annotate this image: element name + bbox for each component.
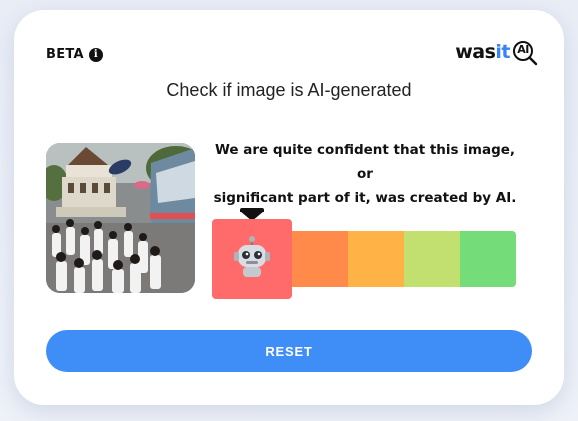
logo-was: was [455, 41, 496, 63]
logo-it: it [495, 41, 510, 63]
scale-segment-likely-human [404, 231, 460, 287]
magnifier-icon: AI [512, 40, 538, 66]
detector-card: BETA i was it AI Check if image is AI-ge… [14, 10, 564, 405]
scale-segment-likely-ai [292, 231, 348, 287]
page: BETA i was it AI Check if image is AI-ge… [0, 0, 578, 421]
robot-icon [232, 235, 272, 283]
scale-segment-human [460, 231, 516, 287]
wasitai-logo[interactable]: was it AI [455, 40, 538, 66]
scale-segment-uncertain [348, 231, 404, 287]
verdict-text: We are quite confident that this image, … [212, 138, 518, 210]
logo-ai: AI [517, 43, 529, 56]
beta-label: BETA [46, 47, 84, 62]
page-title: Check if image is AI-generated [166, 80, 412, 100]
info-icon[interactable]: i [88, 47, 103, 62]
verdict-line-2: significant part of it, was created by A… [213, 190, 517, 206]
beta-badge: BETA i [46, 47, 103, 62]
reset-button[interactable]: RESET [46, 330, 532, 372]
verdict-line-1: We are quite confident that this image, … [214, 142, 516, 182]
scale-marker [212, 219, 292, 299]
uploaded-image [46, 143, 195, 293]
